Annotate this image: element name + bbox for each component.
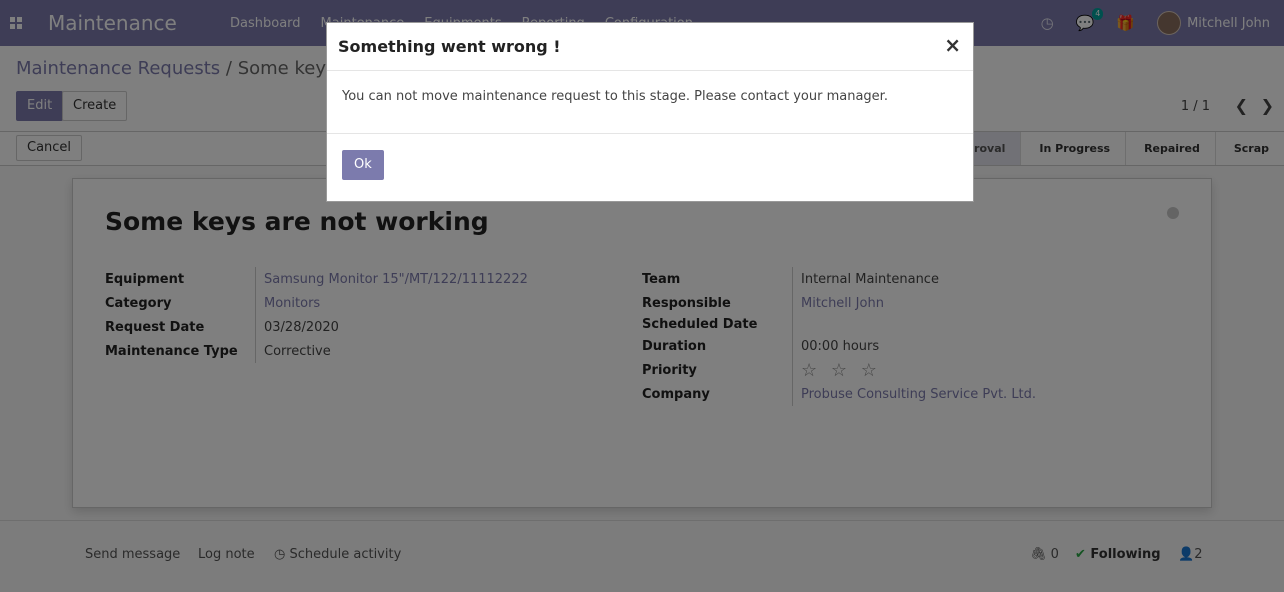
error-dialog: Something went wrong ! × You can not mov… — [326, 22, 974, 202]
dialog-message: You can not move maintenance request to … — [342, 89, 888, 104]
dialog-header: Something went wrong ! × — [327, 23, 973, 71]
close-icon[interactable]: × — [944, 33, 961, 57]
ok-button[interactable]: Ok — [342, 150, 384, 180]
dialog-body: You can not move maintenance request to … — [327, 71, 973, 134]
dialog-title: Something went wrong ! — [338, 37, 561, 56]
dialog-footer: Ok — [327, 134, 973, 196]
